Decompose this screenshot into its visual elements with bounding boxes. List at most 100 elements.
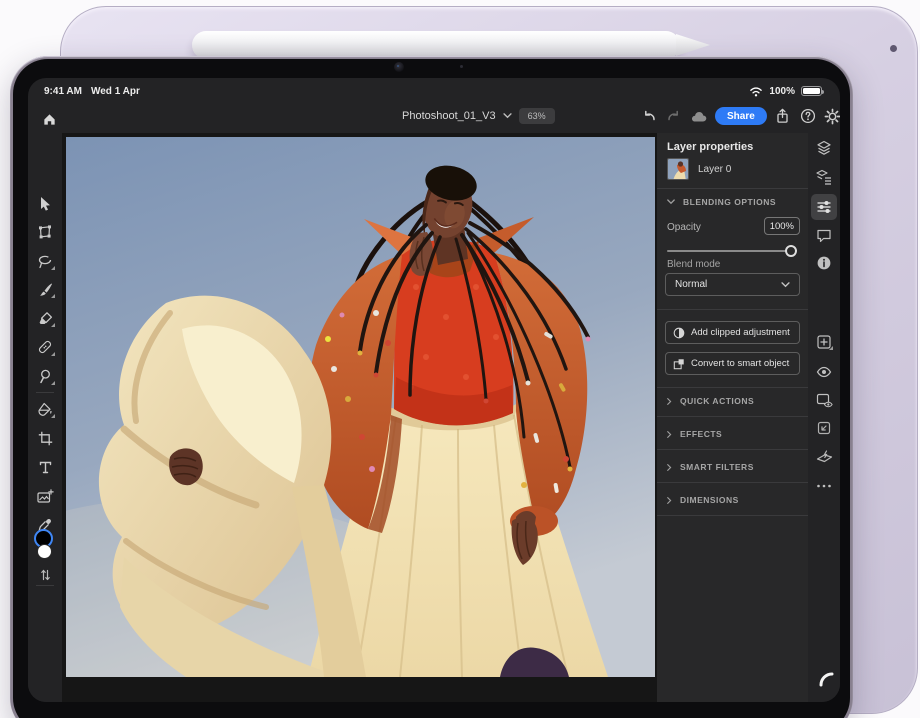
- fill-tool-button[interactable]: [35, 399, 55, 419]
- document-title[interactable]: Photoshoot_01_V3: [402, 110, 496, 122]
- blend-mode-dropdown[interactable]: Normal: [665, 273, 800, 296]
- smart-object-icon: [673, 358, 685, 370]
- chevron-right-icon: [667, 430, 672, 439]
- opacity-label: Opacity: [667, 222, 701, 233]
- zoom-level-badge[interactable]: 63%: [519, 108, 555, 124]
- swap-colors-button[interactable]: [35, 565, 55, 585]
- layer-thumbnail: [667, 158, 689, 180]
- chevron-down-icon: [781, 282, 790, 288]
- lasso-tool-button[interactable]: [35, 251, 55, 271]
- info-button[interactable]: [815, 254, 833, 272]
- photoshop-app: 9:41 AM Wed 1 Apr 100% Photoshoot_01_V3 …: [28, 78, 840, 702]
- eraser-tool-button[interactable]: [35, 308, 55, 328]
- add-clipped-adjustment-button[interactable]: Add clipped adjustment: [665, 321, 800, 344]
- chevron-right-icon: [667, 463, 672, 472]
- comment-bubble-icon: [816, 228, 832, 243]
- home-button[interactable]: [38, 108, 60, 130]
- wifi-icon: [749, 85, 763, 97]
- blend-mode-label: Blend mode: [667, 259, 720, 270]
- chevron-right-icon: [667, 496, 672, 505]
- more-options-button[interactable]: [815, 477, 833, 495]
- canvas-area: [62, 133, 657, 702]
- help-icon[interactable]: [799, 107, 817, 125]
- layer-row[interactable]: Layer 0: [661, 155, 804, 183]
- chevron-right-icon: [667, 397, 672, 406]
- place-photo-icon: [37, 489, 54, 504]
- chevron-down-icon: [667, 199, 675, 205]
- eye-icon: [816, 366, 832, 378]
- chevron-down-icon: [503, 113, 512, 119]
- scene: 9:41 AM Wed 1 Apr 100% Photoshoot_01_V3 …: [0, 0, 920, 718]
- place-photo-tool-button[interactable]: [35, 486, 55, 506]
- brush-icon: [38, 282, 53, 297]
- hide-layer-button[interactable]: [815, 391, 833, 409]
- pencil-tip: [676, 34, 710, 56]
- healing-tool-button[interactable]: [35, 337, 55, 357]
- share-button[interactable]: Share: [715, 107, 767, 125]
- date: Wed 1 Apr: [91, 86, 140, 97]
- more-dots-icon: [816, 484, 832, 488]
- battery-percent: 100%: [769, 86, 795, 97]
- front-camera: [394, 62, 404, 72]
- dodge-tool-button[interactable]: [35, 366, 55, 386]
- layer-properties-button[interactable]: [815, 168, 833, 186]
- blending-options-header[interactable]: BLENDING OPTIONS: [667, 194, 776, 210]
- sensor-dot: [460, 65, 463, 68]
- rear-microphone-dot: [890, 45, 897, 52]
- smart-filters-section[interactable]: SMART FILTERS: [667, 459, 754, 475]
- tool-rail: [28, 133, 62, 702]
- export-icon[interactable]: [774, 107, 792, 125]
- swap-colors-icon: [40, 569, 51, 581]
- sliders-icon: [816, 199, 832, 215]
- add-layer-button[interactable]: [815, 333, 833, 351]
- type-tool-button[interactable]: [35, 457, 55, 477]
- layer-visibility-button[interactable]: [815, 363, 833, 381]
- transform-tool-button[interactable]: [35, 222, 55, 242]
- convert-smart-object-button[interactable]: Convert to smart object: [665, 352, 800, 375]
- healing-bandaid-icon: [37, 339, 53, 355]
- layer-properties-panel: Layer properties Layer 0 BLENDING OPTION…: [657, 133, 808, 702]
- cloud-sync-icon[interactable]: [690, 107, 708, 125]
- opacity-value[interactable]: 100%: [764, 217, 800, 235]
- quick-actions-section[interactable]: QUICK ACTIONS: [667, 393, 754, 409]
- brush-tool-button[interactable]: [35, 279, 55, 299]
- clip-mask-icon: [816, 420, 832, 436]
- opacity-slider-knob[interactable]: [785, 245, 797, 257]
- status-bar: 9:41 AM Wed 1 Apr 100%: [28, 78, 840, 106]
- adjust-panel-button[interactable]: [811, 194, 837, 220]
- background-color-chip[interactable]: [37, 544, 52, 559]
- comments-button[interactable]: [815, 226, 833, 244]
- layers-icon: [816, 140, 832, 156]
- type-icon: [39, 461, 52, 474]
- settings-gear-icon[interactable]: [824, 107, 840, 125]
- info-icon: [816, 255, 832, 271]
- crop-icon: [38, 431, 53, 446]
- layer-name: Layer 0: [698, 164, 731, 175]
- paint-bucket-icon: [37, 402, 53, 417]
- clock: 9:41 AM: [44, 86, 82, 97]
- canvas-photo[interactable]: [66, 137, 655, 677]
- effects-section[interactable]: EFFECTS: [667, 426, 722, 442]
- transform-icon: [37, 224, 53, 240]
- flatten-icon: [816, 450, 833, 463]
- panel-title: Layer properties: [667, 141, 753, 153]
- add-layer-icon: [816, 334, 832, 350]
- dimensions-section[interactable]: DIMENSIONS: [667, 492, 739, 508]
- battery-icon: [801, 86, 822, 96]
- flatten-button[interactable]: [815, 447, 833, 465]
- corner-gesture-indicator[interactable]: [819, 672, 835, 688]
- layer-properties-icon: [816, 169, 832, 185]
- dodge-lollipop-icon: [38, 369, 52, 384]
- apple-pencil: [192, 31, 714, 59]
- crop-tool-button[interactable]: [35, 428, 55, 448]
- move-icon: [39, 196, 52, 211]
- redo-button[interactable]: [665, 107, 683, 125]
- move-tool-button[interactable]: [35, 193, 55, 213]
- header-toolbar: Photoshoot_01_V3 63% Share: [28, 106, 840, 133]
- undo-button[interactable]: [640, 107, 658, 125]
- clip-mask-button[interactable]: [815, 419, 833, 437]
- eraser-icon: [38, 311, 53, 326]
- layers-panel-button[interactable]: [815, 139, 833, 157]
- layer-eye-icon: [816, 393, 833, 408]
- opacity-slider[interactable]: [667, 245, 797, 257]
